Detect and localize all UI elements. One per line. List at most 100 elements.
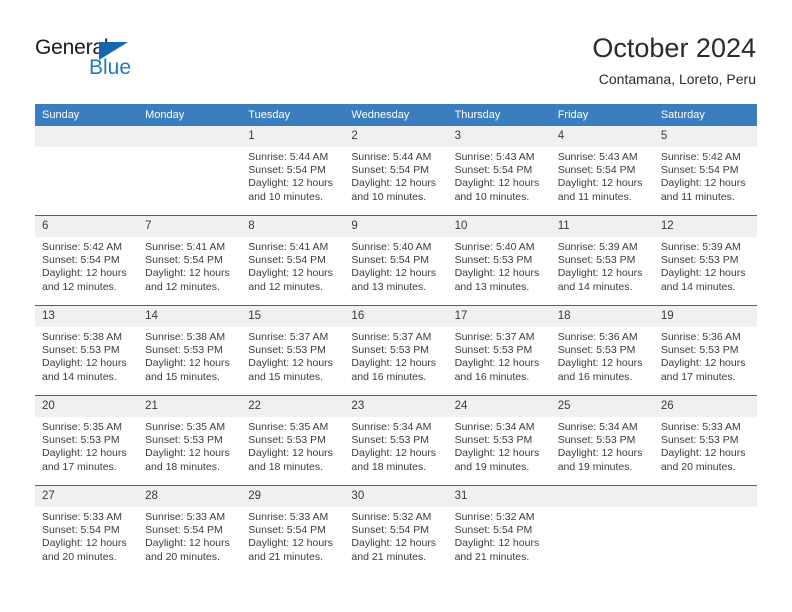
day-details: Sunrise: 5:33 AM Sunset: 5:54 PM Daylight:… — [35, 507, 138, 564]
calendar-day-cell[interactable]: 6 Sunrise: 5:42 AM Sunset: 5:54 PM Daylight… — [35, 215, 139, 306]
day-details: Sunrise: 5:39 AM Sunset: 5:53 PM Daylight:… — [654, 237, 757, 294]
daylight-line1-text: Daylight: 12 hours — [248, 267, 333, 280]
calendar-day-cell[interactable]: 12 Sunrise: 5:39 AM Sunset: 5:53 PM Dayligh… — [653, 215, 757, 306]
day-number: 15 — [241, 306, 345, 327]
calendar-day-cell[interactable]: 27 Sunrise: 5:33 AM Sunset: 5:54 PM Dayligh… — [35, 485, 139, 575]
day-number: 6 — [35, 216, 139, 237]
day-details — [654, 507, 757, 511]
sunset-text: Sunset: 5:53 PM — [454, 254, 533, 267]
day-number: 10 — [447, 216, 551, 237]
day-number: 20 — [35, 396, 139, 417]
calendar-day-cell[interactable]: 2 Sunrise: 5:44 AM Sunset: 5:54 PM Daylight… — [344, 126, 448, 216]
daylight-line2-text: and 21 minutes. — [248, 550, 323, 563]
daylight-line2-text: and 21 minutes. — [454, 550, 530, 563]
sunrise-text: Sunrise: 5:37 AM — [454, 331, 535, 343]
day-number: 3 — [447, 126, 551, 147]
day-details: Sunrise: 5:32 AM Sunset: 5:54 PM Daylight:… — [448, 507, 551, 564]
daylight-line1-text: Daylight: 12 hours — [351, 267, 437, 280]
calendar-day-cell[interactable]: 13 Sunrise: 5:38 AM Sunset: 5:53 PM Dayligh… — [35, 305, 139, 396]
day-number: 31 — [447, 486, 551, 507]
calendar-day-cell[interactable]: 22 Sunrise: 5:35 AM Sunset: 5:53 PM Dayligh… — [241, 395, 345, 486]
sunset-text: Sunset: 5:54 PM — [248, 254, 326, 267]
day-details: Sunrise: 5:39 AM Sunset: 5:53 PM Daylight:… — [551, 237, 654, 294]
daylight-line1-text: Daylight: 12 hours — [351, 447, 437, 460]
calendar-day-cell[interactable]: 25 Sunrise: 5:34 AM Sunset: 5:53 PM Dayligh… — [550, 395, 654, 486]
day-number: 23 — [344, 396, 448, 417]
sunrise-text: Sunrise: 5:38 AM — [145, 331, 226, 343]
sunset-text: Sunset: 5:54 PM — [557, 164, 636, 177]
calendar-day-cell[interactable]: 8 Sunrise: 5:41 AM Sunset: 5:54 PM Daylight… — [241, 215, 345, 306]
day-details: Sunrise: 5:37 AM Sunset: 5:53 PM Daylight:… — [344, 327, 447, 384]
daylight-line1-text: Daylight: 12 hours — [454, 357, 540, 370]
page-title: October 2024 — [592, 33, 756, 63]
calendar-day-cell[interactable]: 10 Sunrise: 5:40 AM Sunset: 5:53 PM Dayligh… — [447, 215, 551, 306]
daylight-line2-text: and 19 minutes. — [454, 460, 530, 473]
sunrise-text: Sunrise: 5:37 AM — [351, 331, 432, 343]
day-details: Sunrise: 5:33 AM Sunset: 5:54 PM Daylight:… — [241, 507, 344, 564]
daylight-line2-text: and 16 minutes. — [557, 370, 633, 383]
sunset-text: Sunset: 5:53 PM — [351, 344, 430, 357]
calendar-day-cell[interactable]: 11 Sunrise: 5:39 AM Sunset: 5:53 PM Dayligh… — [550, 215, 654, 306]
day-number: 11 — [550, 216, 654, 237]
calendar-day-cell-empty — [138, 126, 242, 216]
calendar-day-cell[interactable]: 4 Sunrise: 5:43 AM Sunset: 5:54 PM Daylight… — [550, 126, 654, 216]
daylight-line2-text: and 18 minutes. — [351, 460, 427, 473]
sunrise-text: Sunrise: 5:34 AM — [454, 421, 535, 433]
calendar-day-cell[interactable]: 1 Sunrise: 5:44 AM Sunset: 5:54 PM Daylight… — [241, 126, 345, 216]
logo-text-blue: Blue — [89, 56, 132, 79]
daylight-line1-text: Daylight: 12 hours — [248, 447, 333, 460]
general-blue-logo[interactable]: General Blue — [35, 37, 235, 87]
daylight-line1-text: Daylight: 12 hours — [351, 537, 437, 550]
calendar-day-cell[interactable]: 19 Sunrise: 5:36 AM Sunset: 5:53 PM Dayligh… — [653, 305, 757, 396]
calendar-day-cell[interactable]: 17 Sunrise: 5:37 AM Sunset: 5:53 PM Dayligh… — [447, 305, 551, 396]
day-number — [138, 126, 242, 147]
day-number: 5 — [653, 126, 757, 147]
calendar-day-cell[interactable]: 26 Sunrise: 5:33 AM Sunset: 5:53 PM Dayligh… — [653, 395, 757, 486]
day-number — [35, 126, 139, 147]
sunset-text: Sunset: 5:54 PM — [351, 524, 430, 537]
sunrise-text: Sunrise: 5:40 AM — [454, 241, 535, 253]
calendar-day-cell[interactable]: 18 Sunrise: 5:36 AM Sunset: 5:53 PM Dayligh… — [550, 305, 654, 396]
daylight-line1-text: Daylight: 12 hours — [42, 267, 127, 280]
calendar-day-cell[interactable]: 28 Sunrise: 5:33 AM Sunset: 5:54 PM Dayligh… — [138, 485, 242, 575]
calendar-day-cell[interactable]: 24 Sunrise: 5:34 AM Sunset: 5:53 PM Dayligh… — [447, 395, 551, 486]
weekday-header-thursday: Thursday — [447, 104, 551, 126]
daylight-line1-text: Daylight: 12 hours — [660, 357, 746, 370]
daylight-line2-text: and 13 minutes. — [454, 280, 530, 293]
weekday-header-saturday: Saturday — [653, 104, 757, 126]
day-details: Sunrise: 5:34 AM Sunset: 5:53 PM Daylight:… — [448, 417, 551, 474]
calendar-day-cell[interactable]: 16 Sunrise: 5:37 AM Sunset: 5:53 PM Dayligh… — [344, 305, 448, 396]
calendar-day-cell[interactable]: 9 Sunrise: 5:40 AM Sunset: 5:54 PM Daylight… — [344, 215, 448, 306]
calendar-day-cell[interactable]: 3 Sunrise: 5:43 AM Sunset: 5:54 PM Daylight… — [447, 126, 551, 216]
calendar-day-cell[interactable]: 23 Sunrise: 5:34 AM Sunset: 5:53 PM Dayligh… — [344, 395, 448, 486]
daylight-line2-text: and 15 minutes. — [145, 370, 220, 383]
day-number: 19 — [653, 306, 757, 327]
daylight-line2-text: and 14 minutes. — [42, 370, 117, 383]
calendar-day-cell[interactable]: 30 Sunrise: 5:32 AM Sunset: 5:54 PM Dayligh… — [344, 485, 448, 575]
sunrise-text: Sunrise: 5:33 AM — [248, 511, 329, 523]
calendar-day-cell[interactable]: 31 Sunrise: 5:32 AM Sunset: 5:54 PM Dayligh… — [447, 485, 551, 575]
calendar-day-cell[interactable]: 14 Sunrise: 5:38 AM Sunset: 5:53 PM Dayligh… — [138, 305, 242, 396]
calendar-week-row: 20 Sunrise: 5:35 AM Sunset: 5:53 PM Dayligh… — [35, 395, 757, 486]
weekday-header-wednesday: Wednesday — [344, 104, 448, 126]
calendar-day-cell-empty — [35, 126, 139, 216]
day-number: 24 — [447, 396, 551, 417]
daylight-line1-text: Daylight: 12 hours — [660, 447, 746, 460]
sunrise-text: Sunrise: 5:40 AM — [351, 241, 432, 253]
calendar-day-cell[interactable]: 5 Sunrise: 5:42 AM Sunset: 5:54 PM Daylight… — [653, 126, 757, 216]
daylight-line1-text: Daylight: 12 hours — [145, 537, 230, 550]
calendar-day-cell[interactable]: 20 Sunrise: 5:35 AM Sunset: 5:53 PM Dayligh… — [35, 395, 139, 486]
daylight-line2-text: and 14 minutes. — [660, 280, 736, 293]
day-number: 12 — [653, 216, 757, 237]
day-details: Sunrise: 5:38 AM Sunset: 5:53 PM Daylight:… — [138, 327, 241, 384]
daylight-line1-text: Daylight: 12 hours — [145, 357, 230, 370]
sunset-text: Sunset: 5:54 PM — [454, 524, 533, 537]
calendar-day-cell[interactable]: 21 Sunrise: 5:35 AM Sunset: 5:53 PM Dayligh… — [138, 395, 242, 486]
sunrise-text: Sunrise: 5:44 AM — [248, 151, 329, 163]
sunrise-text: Sunrise: 5:36 AM — [660, 331, 741, 343]
calendar-day-cell[interactable]: 29 Sunrise: 5:33 AM Sunset: 5:54 PM Dayligh… — [241, 485, 345, 575]
daylight-line2-text: and 10 minutes. — [248, 190, 323, 203]
day-number: 14 — [138, 306, 242, 327]
calendar-day-cell[interactable]: 7 Sunrise: 5:41 AM Sunset: 5:54 PM Daylight… — [138, 215, 242, 306]
calendar-day-cell[interactable]: 15 Sunrise: 5:37 AM Sunset: 5:53 PM Dayligh… — [241, 305, 345, 396]
